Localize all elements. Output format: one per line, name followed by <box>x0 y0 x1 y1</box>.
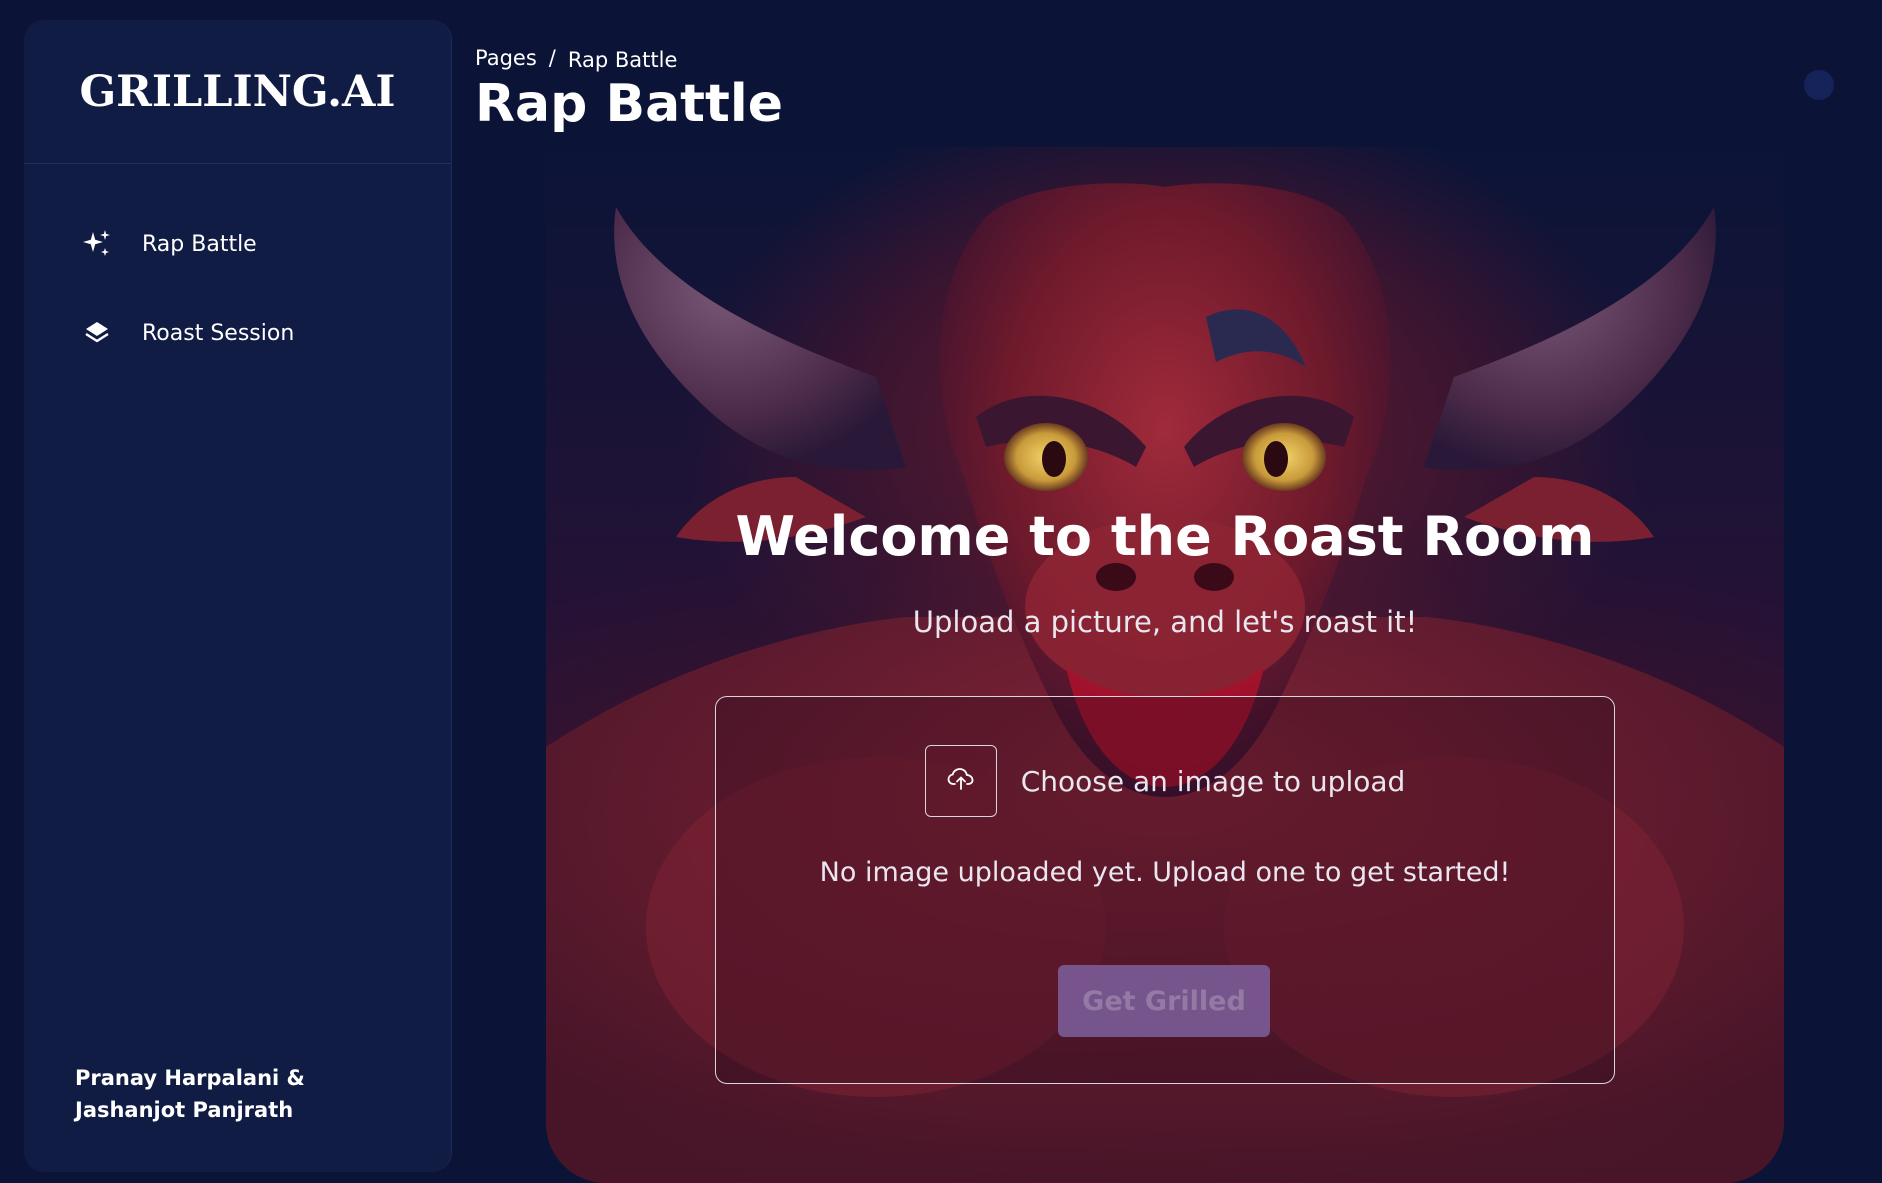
roast-room-hero: Welcome to the Roast Room Upload a pictu… <box>546 147 1784 1183</box>
empty-state-message: No image uploaded yet. Upload one to get… <box>819 857 1511 888</box>
cloud-upload-icon <box>947 767 975 795</box>
sidebar-nav: Rap Battle Roast Session <box>24 164 451 357</box>
sidebar-item-rap-battle[interactable]: Rap Battle <box>24 220 451 268</box>
sidebar-item-roast-session[interactable]: Roast Session <box>24 309 451 357</box>
get-grilled-button[interactable]: Get Grilled <box>1058 965 1270 1037</box>
upload-button[interactable] <box>924 745 997 817</box>
sparkles-icon <box>80 227 114 261</box>
breadcrumb: Pages / Rap Battle <box>475 44 677 72</box>
breadcrumb-current: Rap Battle <box>567 48 678 72</box>
avatar[interactable] <box>1804 70 1834 100</box>
breadcrumb-separator: / <box>548 46 556 70</box>
sidebar-item-label: Roast Session <box>142 320 295 346</box>
layers-icon <box>80 316 114 350</box>
breadcrumb-root[interactable]: Pages <box>475 46 537 70</box>
author-credits: Pranay Harpalani & Jashanjot Panjrath <box>75 1066 305 1122</box>
upload-label[interactable]: Choose an image to upload <box>1021 765 1406 798</box>
sidebar-item-label: Rap Battle <box>142 231 257 257</box>
upload-card: Choose an image to upload No image uploa… <box>715 696 1615 1084</box>
sidebar: GRILLING.AI Rap Battle Roast Session Pra… <box>24 20 452 1172</box>
upload-row: Choose an image to upload <box>716 745 1614 817</box>
brand-logo[interactable]: GRILLING.AI <box>24 20 451 164</box>
page-title: Rap Battle <box>475 74 783 134</box>
welcome-subtitle: Upload a picture, and let's roast it! <box>912 605 1418 639</box>
welcome-heading: Welcome to the Roast Room <box>735 505 1595 568</box>
